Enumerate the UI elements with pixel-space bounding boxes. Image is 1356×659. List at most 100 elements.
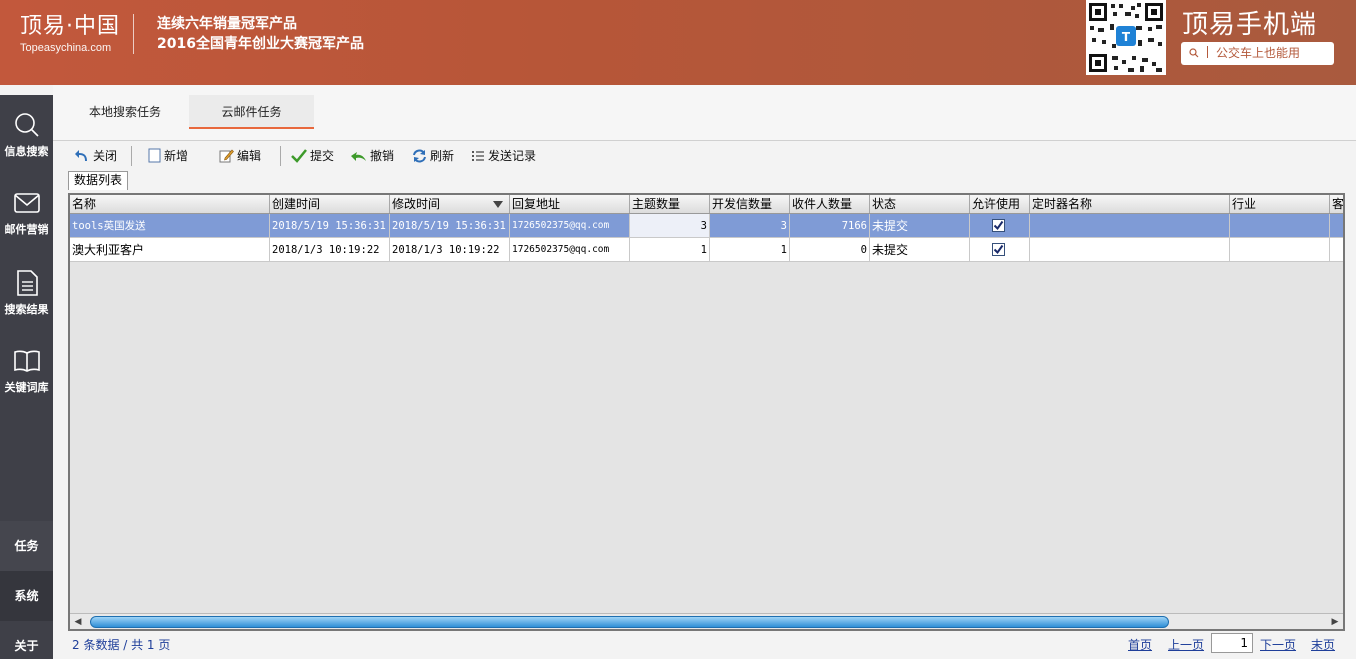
close-button[interactable]: 关闭 bbox=[75, 145, 117, 167]
column-header-name[interactable]: 名称 bbox=[70, 195, 270, 213]
slogan: 连续六年销量冠军产品 2016全国青年创业大赛冠军产品 bbox=[157, 14, 364, 54]
column-header-letters[interactable]: 开发信数量 bbox=[710, 195, 790, 213]
book-icon bbox=[13, 350, 40, 372]
column-header-modified-label: 修改时间 bbox=[392, 197, 441, 211]
cell-customer bbox=[1330, 238, 1343, 262]
edit-button[interactable]: 编辑 bbox=[219, 145, 261, 167]
send-log-label: 发送记录 bbox=[488, 149, 537, 163]
search-icon bbox=[1189, 46, 1199, 60]
table-row[interactable]: tools英国发送 2018/5/19 15:36:31 2018/5/19 1… bbox=[70, 214, 1343, 238]
sidebar-item-label: 关键词库 bbox=[4, 381, 49, 394]
column-header-timer[interactable]: 定时器名称 bbox=[1030, 195, 1230, 213]
horizontal-scrollbar[interactable]: ◀ ▶ bbox=[70, 613, 1343, 629]
column-header-modified[interactable]: 修改时间 bbox=[390, 195, 510, 213]
sidebar: 信息搜索 邮件营销 搜索结果 关键词库 任务 系统 关于 bbox=[0, 95, 53, 659]
sidebar-item-email-marketing[interactable]: 邮件营销 bbox=[0, 173, 53, 251]
document-icon bbox=[16, 270, 38, 296]
cell-customer bbox=[1330, 214, 1343, 238]
sidebar-item-keyword-library[interactable]: 关键词库 bbox=[0, 331, 53, 409]
cell-recipients: 0 bbox=[790, 238, 870, 262]
prev-page-link[interactable]: 上一页 bbox=[1168, 636, 1204, 653]
cell-letters: 1 bbox=[710, 238, 790, 262]
column-header-customer[interactable]: 客 bbox=[1330, 195, 1343, 213]
qr-code-image: T bbox=[1086, 0, 1166, 75]
table-row[interactable]: 澳大利亚客户 2018/1/3 10:19:22 2018/1/3 10:19:… bbox=[70, 238, 1343, 262]
close-label: 关闭 bbox=[93, 149, 118, 163]
column-header-created[interactable]: 创建时间 bbox=[270, 195, 390, 213]
slogan-line-2: 2016全国青年创业大赛冠军产品 bbox=[157, 36, 364, 52]
promo-separator bbox=[1207, 46, 1208, 58]
logo-title: 顶易·中国 bbox=[20, 14, 120, 39]
cell-allowed bbox=[970, 238, 1030, 262]
column-header-allowed[interactable]: 允许使用 bbox=[970, 195, 1030, 213]
cell-allowed bbox=[970, 214, 1030, 238]
record-count: 2 条数据 / 共 1 页 bbox=[72, 638, 171, 652]
mobile-tagline: 公交车上也能用 bbox=[1216, 46, 1301, 60]
column-header-industry[interactable]: 行业 bbox=[1230, 195, 1330, 213]
sidebar-item-info-search[interactable]: 信息搜索 bbox=[0, 95, 53, 173]
cell-subjects: 1 bbox=[630, 238, 710, 262]
sidebar-item-label: 信息搜索 bbox=[4, 145, 49, 158]
cell-name: 澳大利亚客户 bbox=[70, 238, 270, 262]
cell-recipients: 7166 bbox=[790, 214, 870, 238]
submit-button[interactable]: 提交 bbox=[291, 145, 334, 167]
cell-reply: 1726502375@qq.com bbox=[510, 214, 630, 238]
tab-local-search-task[interactable]: 本地搜索任务 bbox=[73, 95, 177, 129]
toolbar: 关闭 新增 编辑 提交 撤销 刷新 发送记录 bbox=[68, 143, 1348, 169]
checkmark-icon bbox=[291, 149, 307, 163]
scroll-right-icon[interactable]: ▶ bbox=[1327, 614, 1343, 629]
sidebar-tasks[interactable]: 任务 bbox=[0, 521, 53, 571]
column-header-subjects[interactable]: 主题数量 bbox=[630, 195, 710, 213]
app-header: 顶易·中国 Topeasychina.com 连续六年销量冠军产品 2016全国… bbox=[0, 0, 1356, 85]
cell-letters: 3 bbox=[710, 214, 790, 238]
mobile-app-title: 顶易手机端 bbox=[1182, 10, 1318, 40]
list-icon bbox=[472, 151, 484, 161]
page-number-input[interactable] bbox=[1211, 633, 1253, 653]
cell-timer bbox=[1030, 238, 1230, 262]
cell-modified: 2018/1/3 10:19:22 bbox=[390, 238, 510, 262]
pager-bar: 2 条数据 / 共 1 页 首页 上一页 下一页 末页 bbox=[68, 633, 1345, 655]
cell-status: 未提交 bbox=[870, 214, 970, 238]
sidebar-about[interactable]: 关于 bbox=[0, 621, 53, 659]
data-list-tab[interactable]: 数据列表 bbox=[68, 171, 128, 190]
tab-cloud-email-task[interactable]: 云邮件任务 bbox=[189, 95, 314, 129]
add-button[interactable]: 新增 bbox=[148, 145, 188, 167]
refresh-label: 刷新 bbox=[430, 149, 455, 163]
refresh-icon bbox=[413, 149, 426, 163]
first-page-link[interactable]: 首页 bbox=[1128, 636, 1152, 653]
allowed-checkbox[interactable] bbox=[992, 219, 1005, 232]
sidebar-item-label: 邮件营销 bbox=[4, 223, 49, 236]
refresh-button[interactable]: 刷新 bbox=[412, 145, 454, 167]
brand-logo[interactable]: 顶易·中国 Topeasychina.com bbox=[20, 14, 120, 56]
mobile-promo-box[interactable]: 公交车上也能用 bbox=[1181, 42, 1334, 65]
column-header-reply[interactable]: 回复地址 bbox=[510, 195, 630, 213]
cell-timer bbox=[1030, 214, 1230, 238]
column-header-recipients[interactable]: 收件人数量 bbox=[790, 195, 870, 213]
cell-created: 2018/1/3 10:19:22 bbox=[270, 238, 390, 262]
cell-name: tools英国发送 bbox=[70, 214, 270, 238]
submit-label: 提交 bbox=[310, 149, 335, 163]
send-log-button[interactable]: 发送记录 bbox=[471, 145, 536, 167]
add-label: 新增 bbox=[164, 149, 189, 163]
allowed-checkbox[interactable] bbox=[992, 243, 1005, 256]
logo-domain: Topeasychina.com bbox=[20, 42, 112, 54]
sidebar-system[interactable]: 系统 bbox=[0, 571, 53, 621]
revoke-button[interactable]: 撤销 bbox=[351, 145, 394, 167]
sidebar-item-search-results[interactable]: 搜索结果 bbox=[0, 253, 53, 331]
sidebar-item-label: 搜索结果 bbox=[4, 303, 49, 316]
column-header-status[interactable]: 状态 bbox=[870, 195, 970, 213]
cell-subjects: 3 bbox=[630, 214, 710, 238]
cell-modified: 2018/5/19 15:36:31 bbox=[390, 214, 510, 238]
mail-icon bbox=[13, 193, 40, 213]
sort-desc-icon bbox=[493, 201, 503, 208]
scrollbar-thumb[interactable] bbox=[90, 616, 1169, 628]
toolbar-separator bbox=[280, 146, 281, 166]
cell-industry bbox=[1230, 238, 1330, 262]
revoke-label: 撤销 bbox=[370, 149, 395, 163]
revoke-arrow-icon bbox=[351, 152, 366, 161]
toolbar-separator bbox=[131, 146, 132, 166]
next-page-link[interactable]: 下一页 bbox=[1260, 636, 1296, 653]
slogan-line-1: 连续六年销量冠军产品 bbox=[157, 16, 297, 32]
last-page-link[interactable]: 末页 bbox=[1311, 636, 1335, 653]
scroll-left-icon[interactable]: ◀ bbox=[70, 614, 86, 629]
